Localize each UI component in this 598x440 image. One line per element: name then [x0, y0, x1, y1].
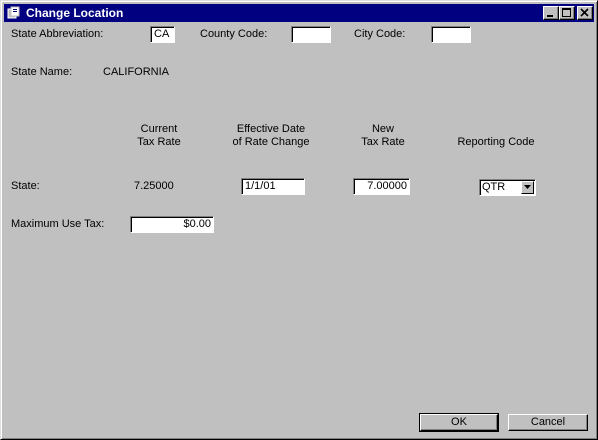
maximum-use-tax-label: Maximum Use Tax:: [11, 218, 105, 230]
city-code-label: City Code:: [354, 28, 406, 40]
state-abbreviation-label: State Abbreviation:: [11, 28, 104, 40]
effective-date-field[interactable]: 1/1/01: [241, 178, 305, 195]
change-location-window: Change Location State Abbreviation: CA C…: [0, 0, 598, 440]
state-row-label: State:: [11, 180, 40, 192]
city-code-field[interactable]: [431, 26, 471, 43]
state-abbreviation-field[interactable]: CA: [150, 26, 175, 43]
minimize-button[interactable]: [543, 6, 559, 20]
dropdown-button[interactable]: [521, 181, 534, 194]
reporting-code-header: Reporting Code: [457, 136, 535, 148]
state-name-value: CALIFORNIA: [103, 66, 170, 78]
current-rate-header-line2: Tax Rate: [137, 136, 181, 148]
current-tax-rate-value: 7.25000: [134, 180, 174, 192]
maximum-use-tax-field[interactable]: $0.00: [130, 216, 214, 233]
reporting-code-value: QTR: [482, 181, 506, 193]
new-rate-header-line2: Tax Rate: [361, 136, 405, 148]
app-icon: [6, 5, 22, 21]
current-rate-header-line1: Current: [140, 123, 178, 135]
new-rate-header-line1: New: [371, 123, 394, 135]
chevron-down-icon: [524, 185, 531, 189]
maximize-icon: [562, 8, 571, 17]
ok-button[interactable]: OK: [419, 413, 499, 432]
new-tax-rate-field[interactable]: 7.00000: [353, 178, 410, 195]
title-bar[interactable]: Change Location: [4, 4, 594, 22]
county-code-field[interactable]: [291, 26, 331, 43]
effective-date-header-line1: Effective Date: [236, 123, 306, 135]
effective-date-header-line2: of Rate Change: [232, 136, 310, 148]
maximize-button[interactable]: [559, 6, 575, 20]
close-button[interactable]: [577, 6, 593, 20]
state-name-label: State Name:: [11, 66, 73, 78]
close-icon: [580, 8, 589, 17]
reporting-code-select[interactable]: QTR: [479, 179, 536, 196]
window-title: Change Location: [26, 6, 124, 20]
cancel-button[interactable]: Cancel: [508, 414, 588, 431]
minimize-icon: [547, 15, 553, 17]
county-code-label: County Code:: [200, 28, 268, 40]
